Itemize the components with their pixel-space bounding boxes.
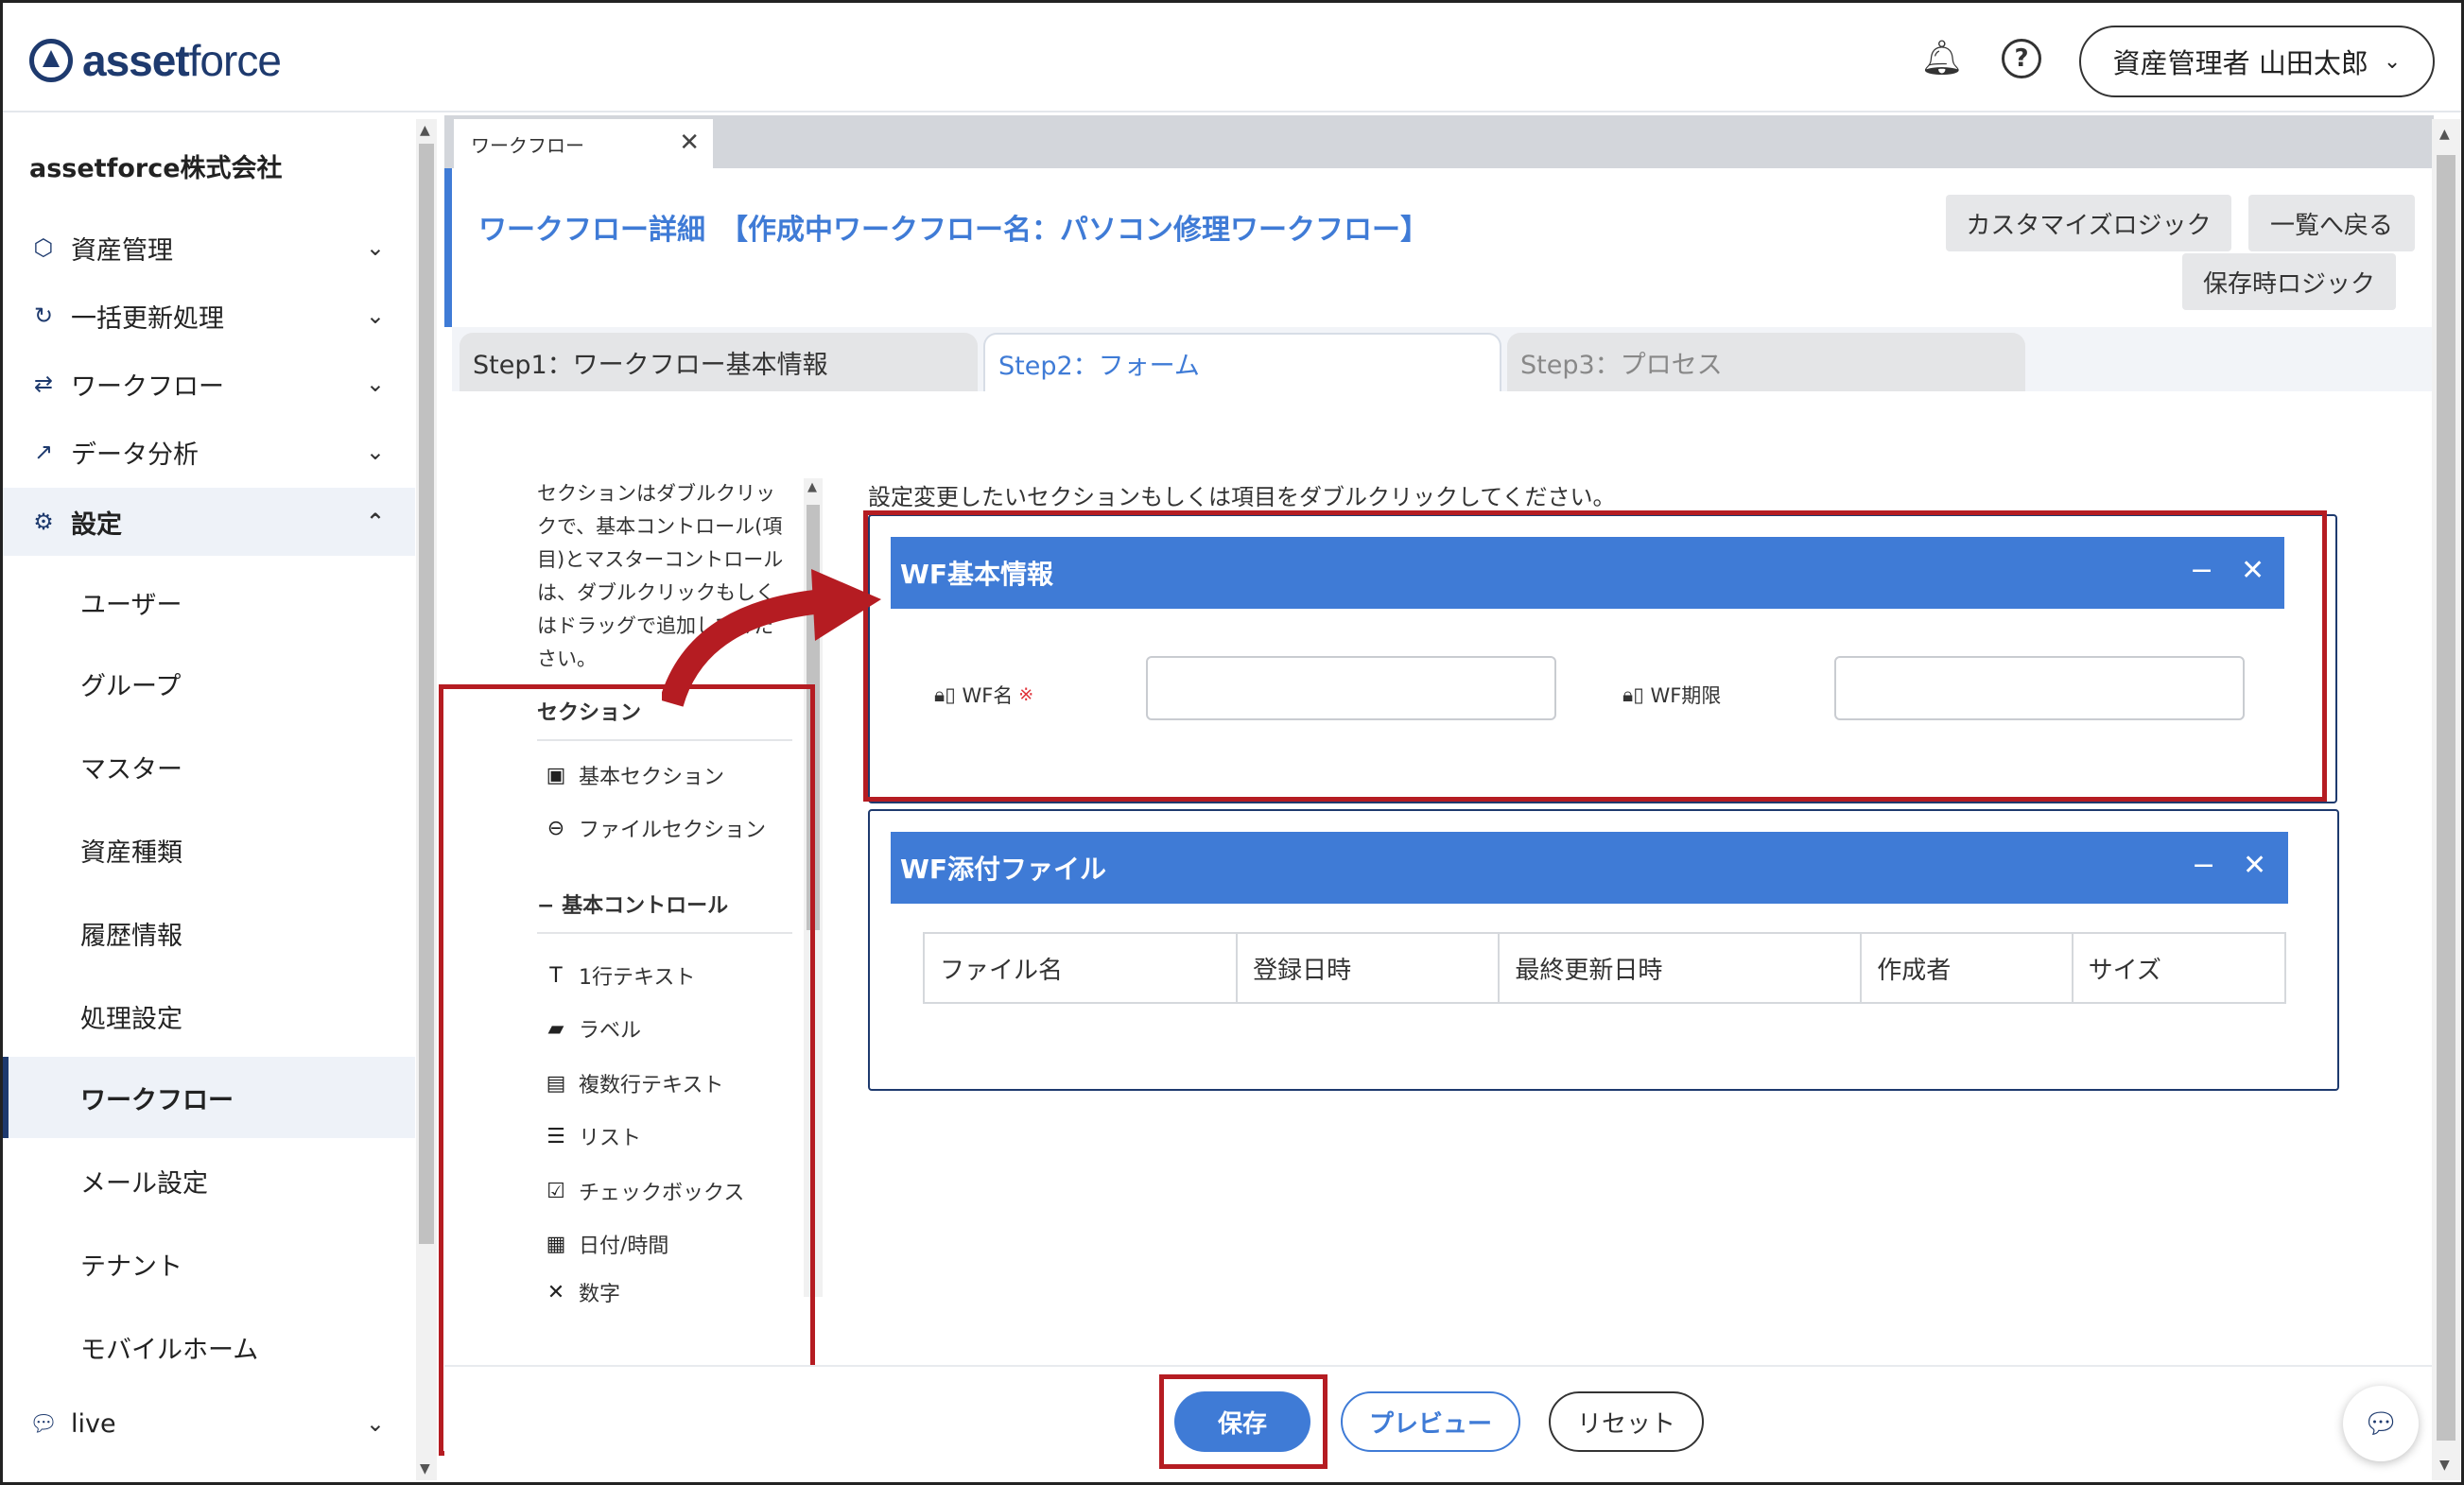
highlight-save-box	[1159, 1374, 1327, 1469]
sidebar-group-live[interactable]: 💬︎ live ⌄	[3, 1390, 415, 1458]
save-logic-button[interactable]: 保存時ロジック	[2182, 253, 2396, 310]
drag-arrow-annotation	[662, 569, 881, 707]
chevron-down-icon: ⌄	[2383, 49, 2402, 74]
sidebar-item-master[interactable]: マスター	[3, 726, 415, 807]
sidebar-group-workflow[interactable]: ⇄ ワークフロー ⌄	[3, 350, 415, 418]
sidebar-item-users[interactable]: ユーザー	[3, 561, 415, 643]
step-tabs: Step1：ワークフロー基本情報 Step2：フォーム Step3：プロセス	[452, 327, 2434, 391]
scroll-down-icon[interactable]: ▼	[2439, 1458, 2450, 1473]
sidebar-item-history[interactable]: 履歴情報	[3, 892, 415, 974]
sidebar-group-settings[interactable]: ⚙ 設定 ⌃	[3, 488, 415, 556]
sidebar-item-workflow[interactable]: ワークフロー	[3, 1057, 415, 1138]
company-name: assetforce株式会社	[29, 154, 283, 183]
chat-support-button[interactable]: 💬︎	[2343, 1386, 2419, 1461]
sidebar-scrollbar[interactable]: ▲ ▼	[416, 119, 437, 1480]
column-header[interactable]: 作成者	[1862, 934, 2074, 1002]
back-to-list-button[interactable]: 一覧へ戻る	[2248, 195, 2415, 251]
tab-step2[interactable]: Step2：フォーム	[983, 333, 1501, 391]
canvas-instruction: 設定変更したいセクションもしくは項目をダブルクリックしてください。	[868, 484, 1616, 510]
gear-icon: ⚙	[33, 509, 54, 535]
scroll-thumb[interactable]	[419, 144, 434, 1244]
chevron-up-icon: ⌃	[365, 509, 385, 535]
close-icon[interactable]: ✕	[2243, 849, 2266, 882]
workflow-icon: ⇄	[33, 371, 54, 397]
sidebar-group-bulk-update[interactable]: ↻ 一括更新処理 ⌄	[3, 282, 415, 350]
attachments-table-header: ファイル名 登録日時 最終更新日時 作成者 サイズ	[923, 932, 2286, 1004]
chevron-down-icon: ⌄	[365, 1410, 385, 1437]
sidebar-group-asset-management[interactable]: ⬡ 資産管理 ⌄	[3, 214, 415, 282]
analytics-icon: ↗	[33, 439, 54, 465]
column-header[interactable]: サイズ	[2074, 934, 2284, 1002]
scroll-down-icon[interactable]: ▼	[420, 1461, 430, 1476]
sidebar: assetforce株式会社 ⬡ 資産管理 ⌄ ↻ 一括更新処理 ⌄ ⇄ ワーク…	[3, 113, 415, 1482]
cube-icon: ⬡	[33, 234, 54, 261]
chevron-down-icon: ⌄	[365, 302, 385, 329]
page-title: ワークフロー詳細 【作成中ワークフロー名：パソコン修理ワークフロー】	[478, 214, 1429, 247]
user-name: 資産管理者 山田太郎	[2112, 47, 2369, 79]
bell-icon[interactable]: 🔔︎	[1920, 39, 1964, 78]
logo-mark-icon	[29, 39, 73, 82]
sidebar-item-tenant[interactable]: テナント	[3, 1223, 415, 1304]
highlight-section-box	[863, 510, 2327, 802]
preview-button[interactable]: プレビュー	[1341, 1391, 1520, 1452]
scroll-up-icon[interactable]: ▲	[420, 123, 430, 138]
highlight-palette-box	[439, 684, 815, 1456]
close-icon[interactable]: ✕	[679, 129, 700, 157]
column-header[interactable]: 登録日時	[1238, 934, 1501, 1002]
minimize-icon[interactable]: −	[2192, 849, 2215, 882]
page-title-row: ワークフロー詳細 【作成中ワークフロー名：パソコン修理ワークフロー】 カスタマイ…	[444, 168, 2434, 327]
sidebar-group-data-analysis[interactable]: ↗ データ分析 ⌄	[3, 418, 415, 486]
chat-icon: 💬︎	[29, 1410, 59, 1437]
user-menu-button[interactable]: 資産管理者 山田太郎 ⌄	[2079, 26, 2435, 97]
section-header[interactable]: WF添付ファイル − ✕	[891, 832, 2288, 904]
chevron-down-icon: ⌄	[365, 371, 385, 397]
scroll-up-icon[interactable]: ▲	[2439, 127, 2450, 142]
column-header[interactable]: 最終更新日時	[1500, 934, 1863, 1002]
reset-button[interactable]: リセット	[1549, 1391, 1704, 1452]
scroll-thumb[interactable]	[2437, 155, 2455, 1441]
chat-icon: 💬︎	[2362, 1407, 2400, 1441]
section-wf-attachments[interactable]: WF添付ファイル − ✕ ファイル名 登録日時 最終更新日時 作成者 サイズ	[868, 809, 2339, 1091]
tab-step3[interactable]: Step3：プロセス	[1507, 333, 2025, 391]
main-content: ワークフロー ✕ ワークフロー詳細 【作成中ワークフロー名：パソコン修理ワークフ…	[439, 113, 2434, 1482]
chevron-down-icon: ⌄	[365, 439, 385, 465]
sidebar-item-groups[interactable]: グループ	[3, 643, 415, 724]
sidebar-item-asset-types[interactable]: 資産種類	[3, 809, 415, 890]
logo-text: assetforce	[82, 36, 282, 85]
tab-step1[interactable]: Step1：ワークフロー基本情報	[460, 333, 978, 391]
column-header[interactable]: ファイル名	[925, 934, 1239, 1002]
customize-logic-button[interactable]: カスタマイズロジック	[1946, 195, 2231, 251]
app-header: assetforce 🔔︎ ? 資産管理者 山田太郎 ⌄	[3, 3, 2461, 112]
refresh-icon: ↻	[33, 302, 54, 329]
help-icon[interactable]: ?	[2002, 39, 2041, 78]
logo[interactable]: assetforce	[29, 35, 282, 86]
sidebar-item-process-settings[interactable]: 処理設定	[3, 976, 415, 1057]
scroll-up-icon[interactable]: ▲	[807, 480, 817, 494]
window-tab-workflow[interactable]: ワークフロー ✕	[454, 119, 713, 168]
sidebar-item-mobile-home[interactable]: モバイルホーム	[3, 1306, 415, 1388]
window-tab-bar: ワークフロー ✕	[444, 115, 2434, 168]
chevron-down-icon: ⌄	[365, 234, 385, 261]
sidebar-item-mail-settings[interactable]: メール設定	[3, 1140, 415, 1221]
main-scrollbar[interactable]: ▲ ▼	[2432, 119, 2460, 1480]
